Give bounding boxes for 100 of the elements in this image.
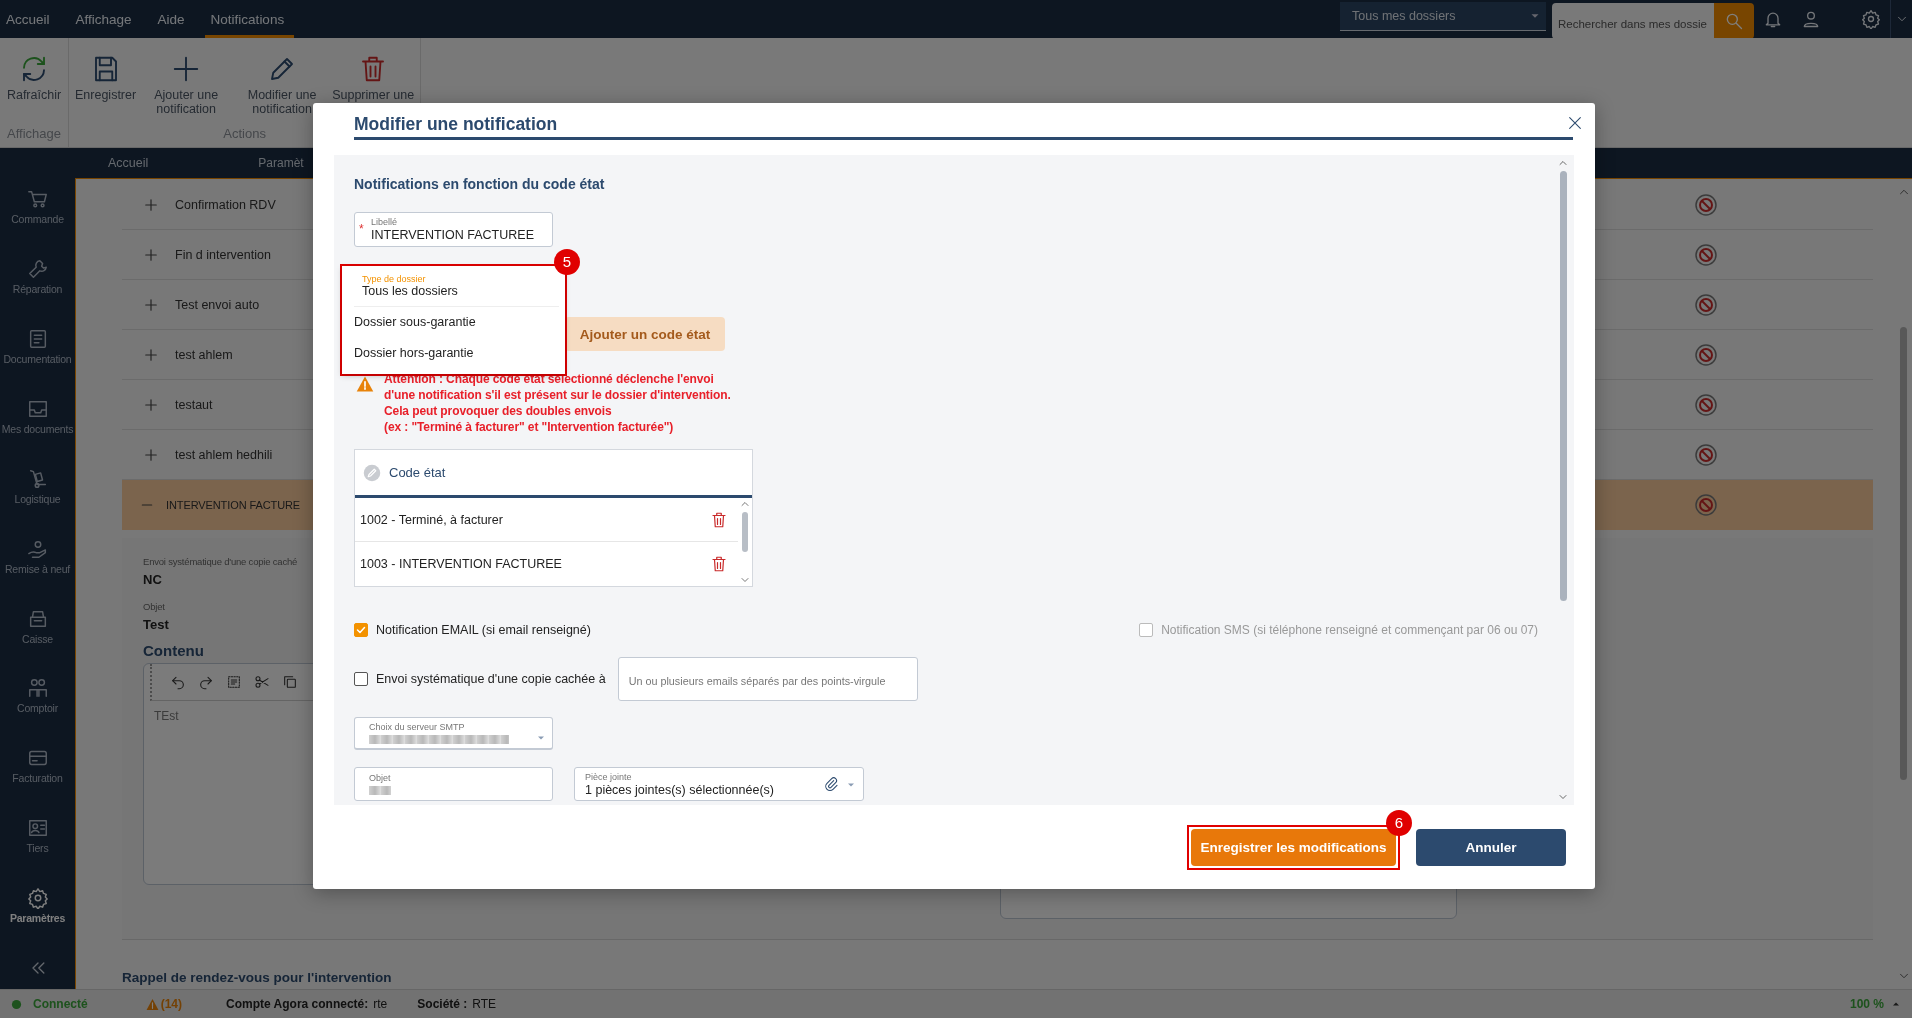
field-label: Type de dossier: [362, 274, 427, 284]
account-value: rte: [373, 997, 388, 1011]
field-value: Test: [143, 617, 169, 632]
settings-icon: [1861, 9, 1881, 29]
row-label: test ahlem: [175, 347, 233, 362]
select-field[interactable]: Pièce jointe 1 pièces jointes(s) sélectionnée(s): [574, 767, 864, 801]
dropdown-menu[interactable]: Type de dossier Tous les dossiers Dossier sous-garantie Dossier hors-garantie: [342, 266, 565, 374]
row-label: test ahlem hedhili: [175, 447, 273, 462]
field-value: INTERVENTION FACTUREE: [371, 228, 535, 242]
search-field[interactable]: Rechercher dans mes dossie: [1552, 3, 1714, 39]
menu-item[interactable]: Aide: [151, 0, 195, 38]
ribbon-button[interactable]: Ajouter une notification: [138, 38, 235, 125]
field-label: Libellé: [371, 217, 399, 228]
zoom-level: 100 %: [1849, 997, 1884, 1011]
checkbox-label: Notification SMS (si téléphone renseigné et commençant par 06 ou 07): [1161, 623, 1538, 637]
copy-icon: [282, 674, 298, 690]
trash-icon: [710, 555, 728, 573]
trash-icon: [710, 510, 728, 529]
menu-item[interactable]: Affichage: [69, 0, 142, 38]
checkbox-label: Envoi systématique d'une copie cachée à: [376, 672, 606, 686]
text-field[interactable]: Objet: [354, 767, 553, 801]
row-label: Confirmation RDV: [175, 197, 276, 212]
sidebar-item[interactable]: Caisse: [0, 597, 75, 668]
sidebar-item[interactable]: Logistique: [0, 457, 75, 528]
page-tab[interactable]: Accueil: [108, 156, 149, 170]
sidebar-item[interactable]: Réparation: [0, 247, 75, 318]
text-field[interactable]: Libellé * INTERVENTION FACTUREE: [354, 212, 553, 247]
company-label: Société :: [417, 997, 468, 1011]
people-icon: [26, 677, 49, 700]
blocked-icon: [1694, 342, 1718, 367]
ribbon-button[interactable]: Enregistrer: [73, 38, 139, 125]
scissors-icon: [254, 674, 270, 690]
field-label: Objet: [143, 601, 165, 612]
sidebar-item[interactable]: Remise à neuf: [0, 527, 75, 598]
sidebar-item[interactable]: Mes documents: [0, 387, 75, 458]
table-cell-text: 1003 - INTERVENTION FACTUREE: [360, 557, 563, 571]
dropdown-option[interactable]: Dossier hors-garantie: [342, 338, 565, 369]
page-tab[interactable]: Paramèt: [258, 156, 304, 170]
wrench-icon: [26, 257, 49, 280]
annotation-badge: 6: [1386, 809, 1412, 836]
field-label: Envoi systématique d'une copie caché: [143, 556, 298, 567]
checkbox[interactable]: [354, 623, 368, 637]
menu-item[interactable]: Accueil: [0, 0, 60, 38]
blocked-icon: [1694, 292, 1718, 317]
paperclip-icon: [823, 776, 839, 792]
field-label: Objet: [369, 773, 392, 784]
warning-icon: [356, 375, 374, 393]
search-button[interactable]: [1714, 3, 1754, 39]
section-title: Rappel de rendez-vous pour l'intervention: [122, 970, 393, 985]
required-mark: *: [359, 222, 364, 236]
folder-filter-dropdown[interactable]: Tous mes dossiers: [1340, 1, 1546, 31]
editor-text: TEst: [154, 709, 179, 723]
checkmark-icon: [355, 624, 367, 636]
expand-icon: [144, 197, 158, 212]
field-value: Tous les dossiers: [362, 284, 459, 298]
sidebar-item[interactable]: Commande: [0, 178, 75, 248]
row-label: Test envoi auto: [175, 297, 260, 312]
warning-icon: [145, 997, 159, 1011]
row-label: INTERVENTION FACTURE: [166, 499, 301, 511]
annotation-badge: 5: [554, 249, 580, 275]
dropdown-option[interactable]: Dossier sous-garantie: [342, 307, 565, 338]
scroll-thumb[interactable]: [1900, 327, 1907, 780]
section-heading: Notifications en fonction du code état: [354, 176, 606, 194]
row-label: Fin d intervention: [175, 247, 271, 262]
sidebar-item[interactable]: Comptoir: [0, 667, 75, 738]
section-heading: Contenu: [143, 642, 204, 659]
blocked-icon: [1694, 392, 1718, 417]
email-input-field[interactable]: Un ou plusieurs emails séparés par des points-virgule: [617, 657, 918, 701]
select-field[interactable]: Type de dossier Tous les dossiers: [354, 266, 559, 307]
expand-icon: [144, 297, 158, 312]
close-icon: [1567, 115, 1583, 131]
blocked-icon: [1694, 493, 1718, 517]
expand-icon: [144, 397, 158, 412]
sidebar-item[interactable]: Facturation: [0, 737, 75, 808]
scroll-thumb[interactable]: [742, 512, 748, 552]
table-cell-text: 1002 - Terminé, à facturer: [360, 512, 504, 527]
select-field[interactable]: Choix du serveur SMTP: [354, 717, 553, 750]
expand-icon: [144, 347, 158, 362]
ribbon-button[interactable]: Rafraîchir: [4, 38, 64, 125]
save-button[interactable]: Enregistrer les modifications: [1191, 828, 1396, 866]
redo-icon: [198, 674, 214, 690]
field-label: Choix du serveur SMTP: [369, 722, 466, 733]
settings-icon: [26, 887, 49, 910]
search-icon: [1724, 11, 1744, 31]
row-label: testaut: [175, 397, 213, 412]
cancel-button[interactable]: Annuler: [1416, 828, 1566, 866]
account-label: Compte Agora connecté:: [226, 997, 369, 1011]
scroll-thumb[interactable]: [1559, 171, 1567, 601]
warning-count[interactable]: (14): [160, 997, 183, 1011]
cart-icon: [26, 188, 49, 210]
column-header: Code état: [389, 465, 446, 480]
blocked-icon: [1694, 442, 1718, 467]
expand-icon: [144, 247, 158, 262]
sidebar-item[interactable]: Paramètres: [0, 877, 75, 948]
checkbox[interactable]: [354, 672, 368, 686]
blocked-icon: [1694, 192, 1718, 217]
sidebar-item[interactable]: Tiers: [0, 807, 75, 878]
sidebar-item[interactable]: Documentation: [0, 317, 75, 388]
ribbon-button[interactable]: Modifier une notification: [234, 38, 331, 125]
company-value: RTE: [472, 997, 497, 1011]
